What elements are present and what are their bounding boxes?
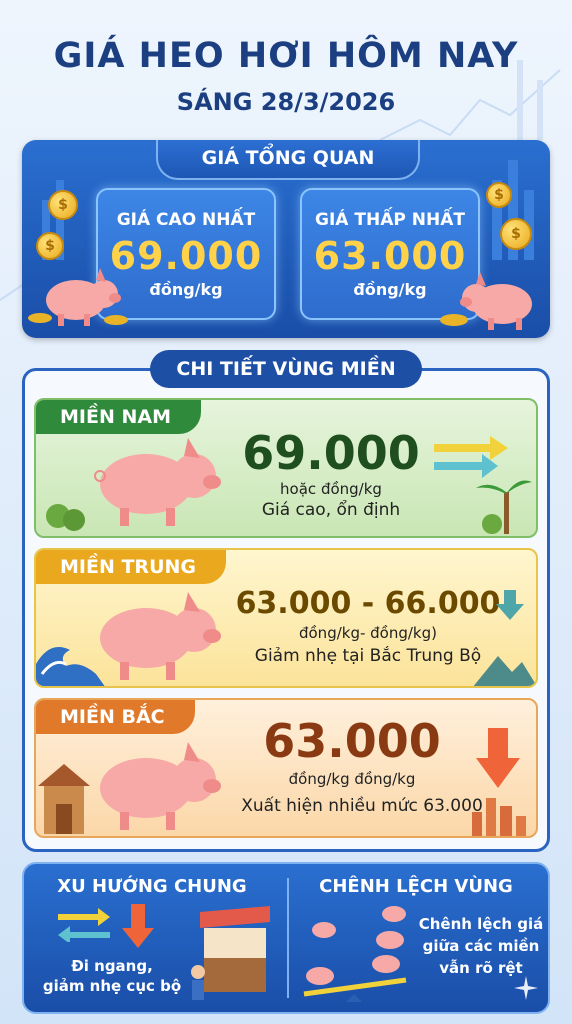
trend-title: XU HƯỚNG CHUNG: [57, 876, 247, 897]
sideways-arrows-icon: [58, 908, 110, 942]
region-unit-south: hoặc đồng/kg: [280, 480, 382, 498]
page-title: GIÁ HEO HƠI HÔM NAY: [53, 36, 519, 76]
regions-tab: CHI TIẾT VÙNG MIỀN: [150, 350, 422, 388]
pig-icon: [94, 438, 221, 526]
region-note-south: Giá cao, ổn định: [261, 500, 401, 520]
sparkle-icon: [514, 976, 538, 1000]
gap-text-line2: giữa các miền: [422, 937, 540, 955]
region-value-north: 63.000: [263, 714, 441, 768]
region-card-north: MIỀN BẮC 63.000 đồng/kg đồng/kg Xuất hiệ…: [34, 698, 538, 838]
wave-icon: [36, 647, 105, 686]
overview-tab: GIÁ TỔNG QUAN: [156, 140, 420, 180]
pig-icon: [440, 272, 532, 330]
arrow-down-icon: [476, 728, 520, 788]
trend-text-line2: giảm nhẹ cục bộ: [42, 977, 182, 995]
region-card-south: MIỀN NAM 69.000 hoặc đồng/kg Giá cao, ổn…: [34, 398, 538, 538]
gap-title: CHÊNH LỆCH VÙNG: [319, 876, 513, 897]
region-label-central: MIỀN TRUNG: [36, 550, 226, 584]
region-unit-north: đồng/kg đồng/kg: [288, 770, 416, 788]
market-stall-icon: [191, 906, 270, 1000]
arrow-down-icon: [122, 904, 154, 948]
region-value-central: 63.000 - 66.000: [235, 586, 501, 621]
trend-text-line1: Đi ngang,: [71, 957, 153, 975]
coin-icon: $: [36, 232, 64, 260]
page-subtitle: SÁNG 28/3/2026: [176, 88, 396, 116]
highest-price-label: GIÁ CAO NHẤT: [116, 210, 256, 230]
gap-text-line3: vẫn rõ rệt: [439, 959, 523, 977]
region-value-south: 69.000: [242, 426, 420, 480]
coin-icon: $: [486, 182, 512, 208]
region-note-north: Xuất hiện nhiều mức 63.000: [241, 796, 483, 816]
region-unit-central: đồng/kg- đồng/kg): [298, 624, 437, 642]
gap-text-line1: Chênh lệch giá: [418, 915, 544, 933]
arrow-down-icon: [496, 590, 524, 620]
lowest-price-label: GIÁ THẤP NHẤT: [315, 210, 465, 230]
gate-icon: [38, 764, 90, 834]
region-label-north: MIỀN BẮC: [36, 700, 195, 734]
pig-icon: [100, 742, 221, 830]
seesaw-pigs-icon: [303, 906, 407, 1002]
coin-icon: $: [500, 218, 532, 250]
coconut-icon: [46, 504, 85, 531]
palm-tree-icon: [476, 480, 532, 534]
region-label-south: MIỀN NAM: [36, 400, 201, 434]
region-note-central: Giảm nhẹ tại Bắc Trung Bộ: [254, 646, 482, 666]
region-card-central: MIỀN TRUNG 63.000 - 66.000 đồng/kg- đồng…: [34, 548, 538, 688]
coin-icon: $: [48, 190, 78, 220]
pig-icon: [28, 268, 128, 326]
